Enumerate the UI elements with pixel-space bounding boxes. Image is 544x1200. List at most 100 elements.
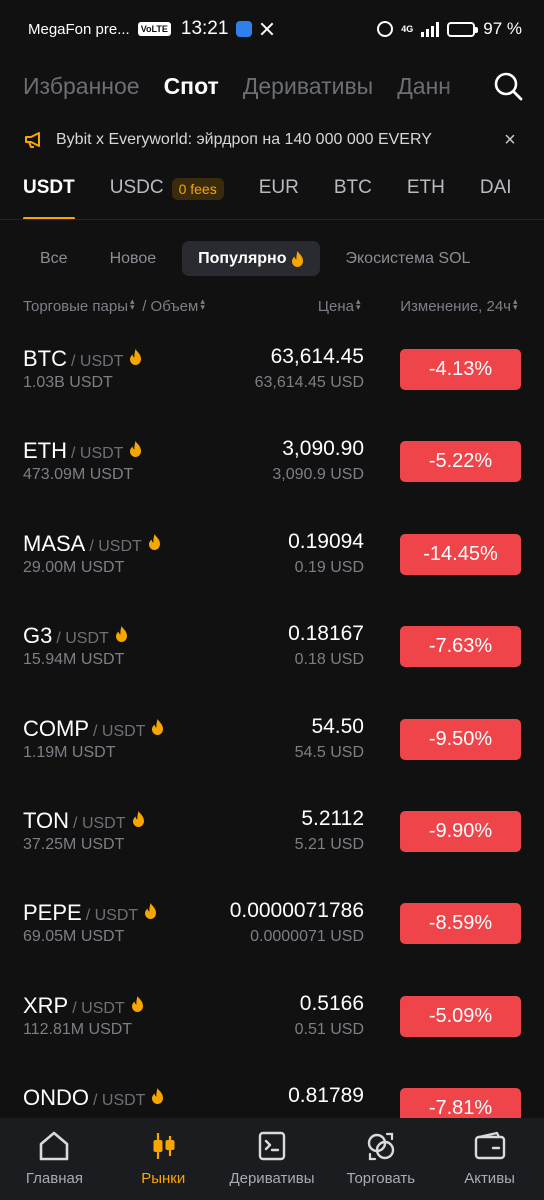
change-badge: -8.59%: [400, 903, 521, 945]
filter-pills: Все Новое Популярно Экосистема SOL: [24, 241, 486, 276]
bottom-nav: Главная Рынки Деривативы Торговать Актив…: [0, 1118, 544, 1200]
pair-symbol: G3/ USDT: [23, 622, 128, 649]
pair-symbol: MASA / USDT: [23, 530, 161, 557]
change-badge: -7.81%: [400, 1088, 521, 1118]
quote-currency-tabs: USDT USDC 0 fees EUR BTC ETH DAI: [0, 168, 544, 220]
market-row[interactable]: ONDO / USDT 0.81789 -7.81%: [0, 1065, 544, 1118]
market-row[interactable]: PEPE / USDT 69.05M USDT 0.0000071786 0.00000…: [0, 880, 544, 972]
fiat-price: 0.51 USD: [294, 1020, 364, 1038]
market-row[interactable]: XRP / USDT 112.81M USDT 0.5166 0.51 USD -5.09…: [0, 973, 544, 1065]
candlestick-icon: [153, 1133, 175, 1159]
clock: 13:21: [180, 18, 229, 39]
alarm-icon: [377, 21, 394, 37]
fire-icon: [151, 715, 164, 741]
tab-usdt[interactable]: USDT: [23, 168, 75, 219]
quote-symbol: / USDT: [71, 353, 124, 370]
market-list: BTC / USDT 1.03B USDT 63,614.45 63,614.45 US…: [0, 326, 544, 1118]
last-price: 3,090.90: [282, 437, 364, 461]
volume: 473.09M USDT: [23, 466, 134, 484]
filter-popular[interactable]: Популярно: [182, 241, 320, 276]
sort-price[interactable]: Цена ▴ ▾: [318, 297, 364, 316]
tab-favorites[interactable]: Избранное: [23, 73, 140, 100]
quote-symbol: / USDT: [71, 445, 124, 463]
pair-symbol: TON / USDT: [23, 807, 145, 834]
tab-data[interactable]: Данн: [397, 73, 451, 100]
pair-symbol: ONDO / USDT: [23, 1084, 164, 1111]
top-nav: Избранное Спот Деривативы Данн: [0, 66, 544, 106]
tab-eur[interactable]: EUR: [259, 168, 299, 219]
base-symbol: COMP: [23, 715, 89, 741]
fire-icon: [144, 899, 157, 925]
tab-usdc[interactable]: USDC 0 fees: [110, 168, 224, 219]
last-price: 5.2112: [301, 807, 364, 830]
tab-dai[interactable]: DAI: [480, 168, 512, 219]
market-row[interactable]: BTC / USDT 1.03B USDT 63,614.45 63,614.45 US…: [0, 326, 544, 418]
announcement-banner[interactable]: Bybit x Everyworld: эйрдроп на 140 000 0…: [0, 121, 544, 159]
quote-symbol: / USDT: [73, 815, 126, 832]
market-row[interactable]: G3/ USDT 15.94M USDT 0.18167 0.18 USD -7.63%: [0, 603, 544, 695]
megaphone-icon: [25, 132, 40, 148]
tab-derivatives[interactable]: Деривативы: [243, 73, 373, 100]
shield-app-icon: [236, 21, 253, 37]
carrier-name: MegaFon pre...: [28, 20, 130, 38]
filter-all[interactable]: Все: [24, 241, 84, 276]
fiat-price: 54.5 USD: [294, 743, 364, 761]
quote-symbol: / USDT: [89, 537, 142, 555]
tab-spot[interactable]: Спот: [164, 73, 219, 100]
wallet-icon: [474, 1131, 505, 1160]
home-icon: [40, 1131, 69, 1161]
nav-markets[interactable]: Рынки: [109, 1118, 218, 1200]
sort-change[interactable]: Изменение, 24ч ▴ ▾: [400, 297, 521, 316]
pair-symbol: ETH / USDT: [23, 437, 142, 464]
change-badge: -14.45%: [400, 533, 521, 575]
base-symbol: PEPE: [23, 900, 82, 926]
market-row[interactable]: TON / USDT 37.25M USDT 5.2112 5.21 USD -9.90%: [0, 788, 544, 880]
search-button[interactable]: [444, 66, 544, 106]
fees-badge: 0 fees: [171, 178, 224, 200]
base-symbol: G3: [23, 623, 53, 649]
quote-symbol: / USDT: [56, 630, 109, 648]
sort-arrows-icon: ▴ ▾: [200, 296, 205, 312]
signal-icon: [421, 21, 440, 37]
nav-assets[interactable]: Активы: [435, 1118, 544, 1200]
filter-sol-ecosystem[interactable]: Экосистема SOL: [330, 241, 487, 276]
last-price: 0.19094: [288, 529, 364, 553]
fiat-price: 0.18 USD: [294, 651, 364, 669]
tab-btc[interactable]: BTC: [334, 168, 372, 219]
volume: 1.03B USDT: [23, 374, 113, 391]
close-icon[interactable]: ×: [500, 129, 520, 152]
fire-icon: [129, 345, 142, 371]
change-badge: -5.22%: [400, 441, 521, 483]
volte-icon: VoLTE: [137, 22, 171, 36]
pair-symbol: COMP / USDT: [23, 715, 164, 742]
last-price: 0.18167: [288, 622, 364, 646]
status-bar: MegaFon pre... VoLTE 13:21 4G 97 %: [0, 0, 544, 58]
tab-eth[interactable]: ETH: [407, 168, 445, 219]
last-price: 63,614.45: [270, 345, 364, 368]
trade-swap-icon: [367, 1132, 394, 1161]
terminal-doc-icon: [258, 1131, 286, 1161]
sort-pairs-volume[interactable]: Торговые пары ▴ ▾ / Объем ▴ ▾: [23, 296, 208, 316]
nav-trade[interactable]: Торговать: [326, 1118, 435, 1200]
search-icon: [494, 72, 523, 101]
nav-home[interactable]: Главная: [0, 1118, 109, 1200]
filter-new[interactable]: Новое: [94, 241, 173, 276]
fiat-price: 3,090.9 USD: [272, 466, 364, 484]
quote-symbol: / USDT: [93, 1092, 146, 1110]
nav-derivatives[interactable]: Деривативы: [218, 1118, 327, 1200]
base-symbol: BTC: [23, 346, 67, 371]
column-headers: Торговые пары ▴ ▾ / Объем ▴ ▾ Цена ▴ ▾ Изменен…: [23, 296, 521, 320]
base-symbol: ONDO: [23, 1085, 89, 1111]
change-badge: -9.90%: [400, 811, 521, 852]
volume: 29.00M USDT: [23, 558, 125, 576]
quote-symbol: / USDT: [93, 722, 146, 740]
market-row[interactable]: COMP / USDT 1.19M USDT 54.50 54.5 USD -9.50%: [0, 696, 544, 788]
last-price: 54.50: [311, 714, 364, 738]
fiat-price: 0.0000071 USD: [250, 928, 364, 946]
pair-symbol: XRP / USDT: [23, 992, 144, 1019]
market-row[interactable]: MASA / USDT 29.00M USDT 0.19094 0.19 USD -14.…: [0, 511, 544, 603]
volume: 15.94M USDT: [23, 651, 125, 669]
market-row[interactable]: ETH / USDT 473.09M USDT 3,090.90 3,090.9 USD…: [0, 418, 544, 510]
change-badge: -9.50%: [400, 718, 521, 760]
volume: 1.19M USDT: [23, 743, 116, 761]
